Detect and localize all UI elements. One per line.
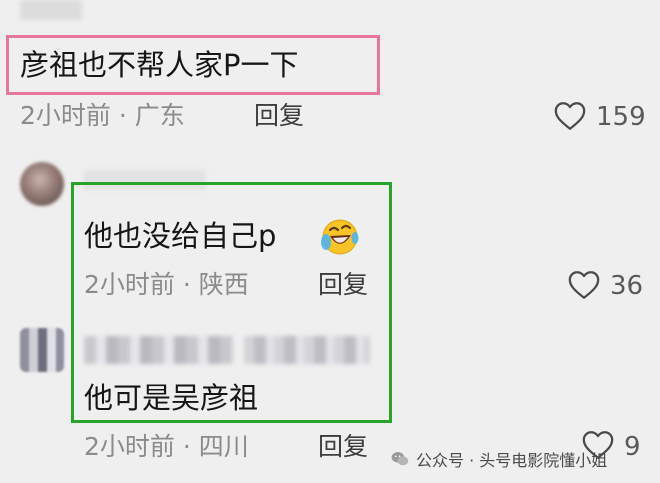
comment-2-like-count: 36 <box>610 271 644 301</box>
comment-2-text: 他也没给自己p <box>84 219 277 253</box>
laughing-crying-emoji-icon <box>321 219 359 255</box>
heart-icon[interactable] <box>552 99 588 133</box>
comment-1-text: 彦祖也不帮人家P一下 <box>20 48 299 82</box>
avatar[interactable] <box>20 162 64 206</box>
comment-1-like-count: 159 <box>596 102 646 132</box>
comment-3-like-count: 9 <box>624 432 641 462</box>
watermark-text: 公众号 · 头号电影院懂小姐 <box>416 451 608 470</box>
watermark: 公众号 · 头号电影院懂小姐 <box>390 445 607 473</box>
avatar[interactable] <box>20 328 64 372</box>
comment-2-meta: 2小时前 · 陕西 <box>84 270 249 299</box>
blurred-username-top <box>20 0 82 20</box>
heart-icon[interactable] <box>566 268 602 302</box>
blurred-username <box>244 336 370 364</box>
comment-3-reply-button[interactable]: 回复 <box>318 432 368 462</box>
comment-3-text: 他可是吴彦祖 <box>84 381 259 415</box>
comment-1-meta: 2小时前 · 广东 <box>20 101 185 130</box>
wechat-icon <box>391 452 409 466</box>
comment-3-meta: 2小时前 · 四川 <box>84 432 249 461</box>
comment-1-reply-button[interactable]: 回复 <box>254 101 304 131</box>
comment-2-reply-button[interactable]: 回复 <box>318 270 368 300</box>
blurred-username <box>84 336 234 364</box>
